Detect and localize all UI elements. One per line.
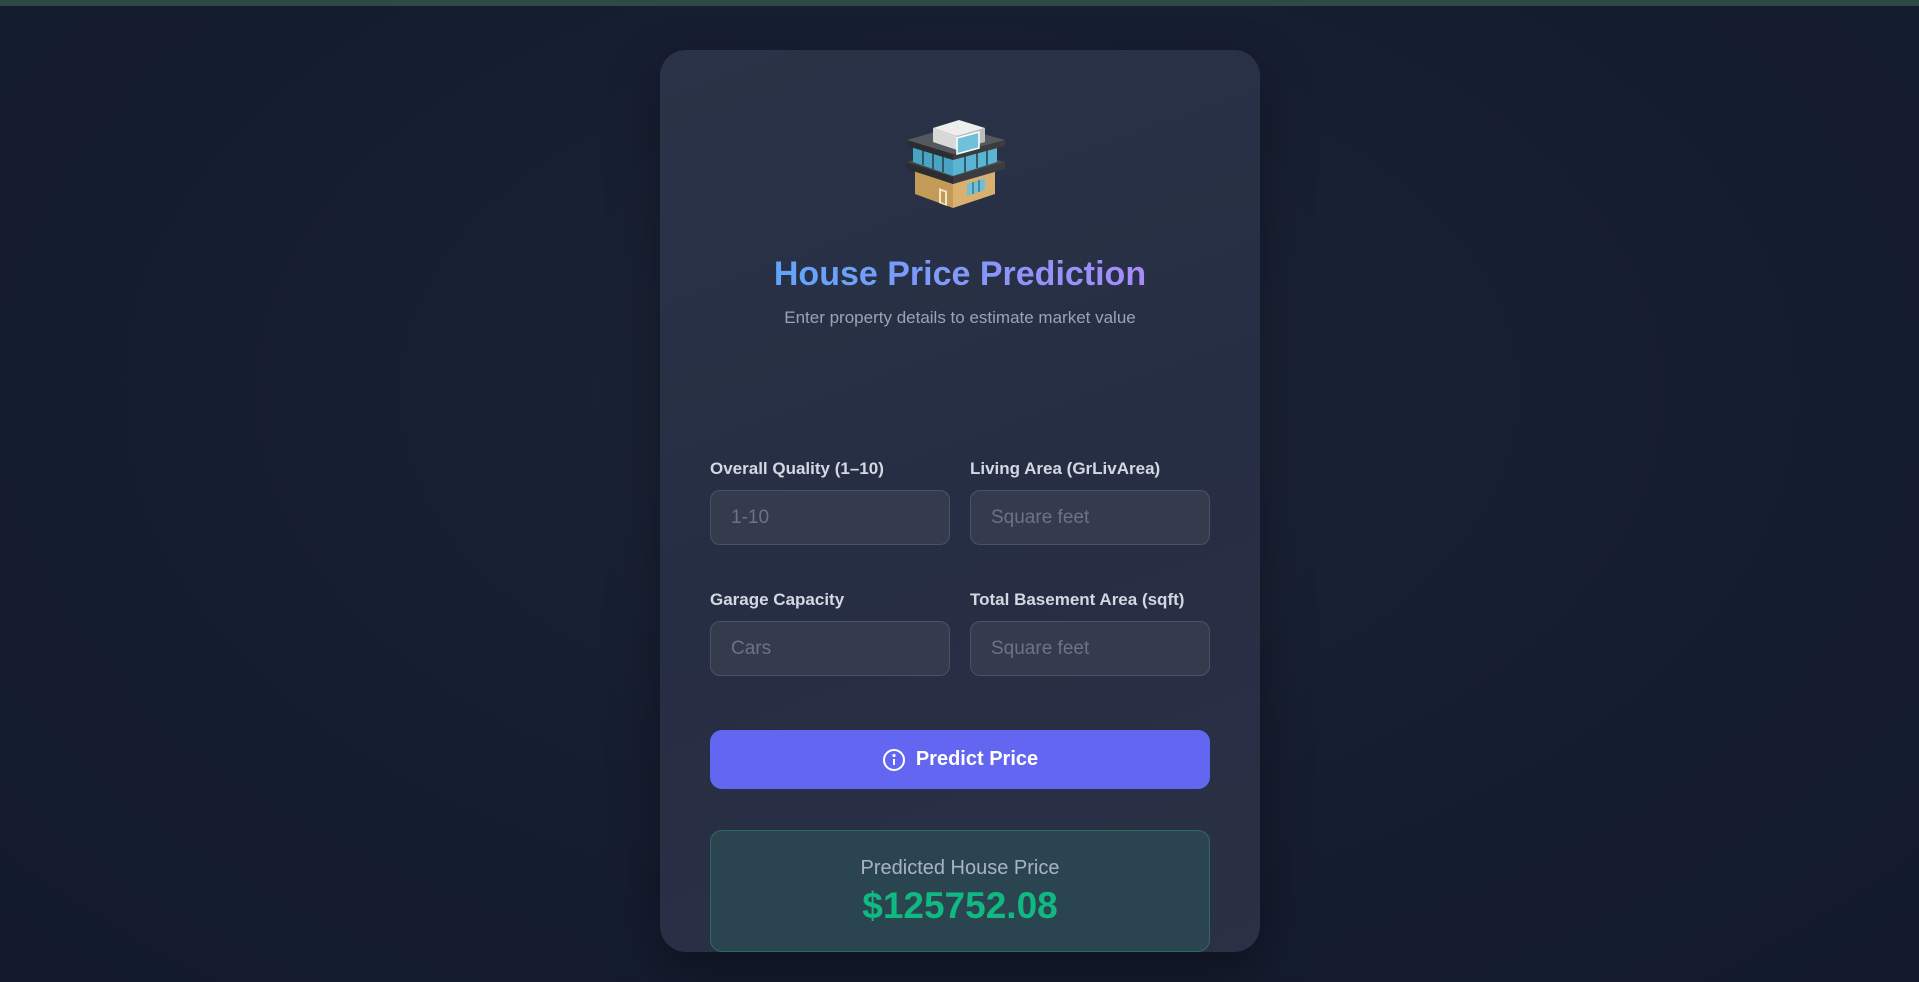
- predict-price-button[interactable]: Predict Price: [710, 730, 1210, 789]
- basement-area-field: Total Basement Area (sqft): [970, 589, 1210, 676]
- garage-capacity-input[interactable]: [710, 621, 950, 676]
- page-title: House Price Prediction: [660, 255, 1260, 294]
- page-subtitle: Enter property details to estimate marke…: [784, 308, 1136, 327]
- living-area-field: Living Area (GrLivArea): [970, 458, 1210, 545]
- overall-quality-field: Overall Quality (1–10): [710, 458, 950, 545]
- prediction-card: House Price Prediction Enter property de…: [660, 50, 1260, 952]
- basement-area-input[interactable]: [970, 621, 1210, 676]
- overall-quality-input[interactable]: [710, 490, 950, 545]
- living-area-input[interactable]: [970, 490, 1210, 545]
- page-title-text: House Price Prediction: [773, 255, 1147, 293]
- top-accent-bar: [0, 0, 1919, 6]
- garage-capacity-field: Garage Capacity: [710, 589, 950, 676]
- basement-area-label: Total Basement Area (sqft): [970, 590, 1185, 609]
- predict-price-label: Predict Price: [915, 748, 1039, 770]
- result-panel: Predicted House Price $125752.08: [710, 830, 1210, 952]
- garage-capacity-label: Garage Capacity: [710, 590, 845, 609]
- house-icon: [895, 110, 1025, 220]
- predicted-price-value: $125752.08: [862, 885, 1058, 926]
- living-area-label: Living Area (GrLivArea): [970, 459, 1161, 478]
- overall-quality-label: Overall Quality (1–10): [710, 459, 884, 478]
- result-label: Predicted House Price: [860, 857, 1060, 879]
- info-circle-icon: [882, 748, 906, 772]
